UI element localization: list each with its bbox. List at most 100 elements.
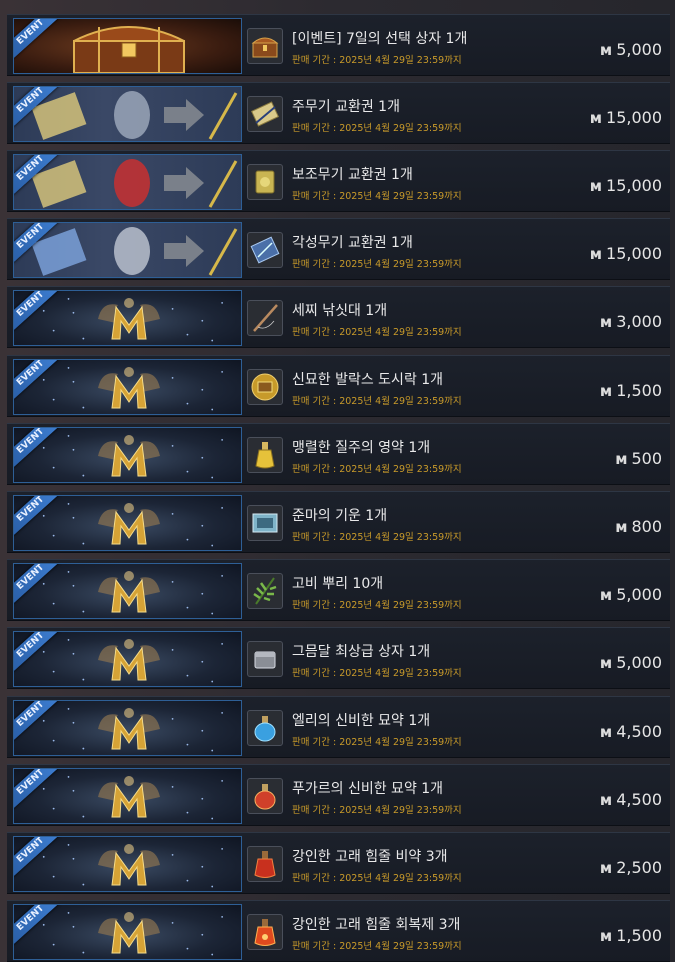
m-coin-icon: ᴍ [599,382,612,400]
m-coin-icon: ᴍ [599,859,612,877]
shop-item-row[interactable]: EVENT 주무기 교환권 1개 판매 기간 : 2025년 4월 29일 23:5… [7,82,670,144]
shop-item-row[interactable]: EVENT 각성무기 교환권 1개판매 기간 : 2025년 4월 29일 23:… [7,218,670,280]
price-value: 5,000 [616,40,662,59]
item-name: 고비 뿌리 10개 [292,576,384,592]
m-coin-icon: ᴍ [599,586,612,604]
item-price: ᴍ 3,000 [600,312,662,331]
item-price: ᴍ 15,000 [590,244,662,263]
awakening-ticket-icon [247,232,283,268]
shop-item-row[interactable]: EVENT 신묘한 발락스 도시락 1개판매 기간 : 2025년 4월 29일 … [7,355,670,417]
m-emblem-icon [98,708,160,750]
item-banner[interactable]: EVENT [13,359,242,415]
item-price: ᴍ 5,000 [600,653,662,672]
item-name: 엘리의 신비한 묘약 1개 [292,713,431,729]
price-value: 800 [631,517,662,536]
weapon-ticket-icon [247,96,283,132]
m-coin-icon: ᴍ [599,41,612,59]
shop-item-row[interactable]: EVENT 세찌 낚싯대 1개 판매 기간 : 2025년 4월 29일 23:59… [7,286,670,348]
price-value: 1,500 [616,926,662,945]
sale-period: 판매 기간 : 2025년 4월 29일 23:59까지 [292,191,462,202]
shop-item-row[interactable]: EVENT 푸가르의 신비한 묘약 1개 판매 기간 : 2025년 4월 29일 … [7,764,670,826]
item-name: 신묘한 발락스 도시락 1개 [292,372,444,388]
sub-weapon-ticket-icon [247,164,283,200]
item-name: 푸가르의 신비한 묘약 1개 [292,781,444,797]
m-emblem-icon [98,776,160,818]
item-price: ᴍ 800 [615,517,662,536]
sale-period: 판매 기간 : 2025년 4월 29일 23:59까지 [292,737,462,748]
item-name: 강인한 고래 힘줄 비약 3개 [292,849,448,865]
sale-period: 판매 기간 : 2025년 4월 29일 23:59까지 [292,464,462,475]
item-banner[interactable]: EVENT [13,427,242,483]
shop-item-row[interactable]: EVENT 엘리의 신비한 묘약 1개판매 기간 : 2025년 4월 29일 2… [7,696,670,758]
scroll-icon [247,505,283,541]
item-banner[interactable]: EVENT [13,631,242,687]
item-price: ᴍ 15,000 [590,108,662,127]
item-price: ᴍ 500 [615,449,662,468]
m-coin-icon: ᴍ [599,654,612,672]
m-coin-icon: ᴍ [589,177,602,195]
price-value: 500 [631,449,662,468]
item-price: ᴍ 2,500 [600,858,662,877]
m-coin-icon: ᴍ [589,245,602,263]
m-coin-icon: ᴍ [599,313,612,331]
shop-item-row[interactable]: EVENT [이벤트] 7일의 선택 상자 1개 판매 기간 : 2025년 4월 … [7,14,670,76]
exchange-art [31,91,238,140]
price-value: 3,000 [616,312,662,331]
item-name: 준마의 기운 1개 [292,508,388,524]
item-banner[interactable]: EVENT [13,86,242,142]
sale-period: 판매 기간 : 2025년 4월 29일 23:59까지 [292,873,462,884]
shop-item-row[interactable]: EVENT 강인한 고래 힘줄 비약 3개판매 기간 : 2025년 4월 29일… [7,832,670,894]
m-emblem-icon [98,571,160,613]
price-value: 15,000 [606,108,662,127]
item-banner[interactable]: EVENT [13,700,242,756]
price-value: 5,000 [616,585,662,604]
red-elixir-icon [247,778,283,814]
silver-box-icon [247,641,283,677]
m-emblem-icon [98,503,160,545]
shop-item-row[interactable]: EVENT 보조무기 교환권 1개 판매 기간 : 2025년 4월 29일 23:… [7,150,670,212]
shop-list: EVENT [이벤트] 7일의 선택 상자 1개 판매 기간 : 2025년 4월 … [0,0,675,962]
item-banner[interactable]: EVENT [13,290,242,346]
sale-period: 판매 기간 : 2025년 4월 29일 23:59까지 [292,396,462,407]
sale-period: 판매 기간 : 2025년 4월 29일 23:59까지 [292,327,462,338]
item-name: 그믐달 최상급 상자 1개 [292,644,431,660]
red-potion-icon [247,846,283,882]
item-banner[interactable]: EVENT [13,904,242,960]
potion-flask-icon [247,437,283,473]
m-coin-icon: ᴍ [599,723,612,741]
item-banner[interactable]: EVENT [13,768,242,824]
shop-item-row[interactable]: EVENT 강인한 고래 힘줄 회복제 3개판매 기간 : 2025년 4월 29… [7,900,670,962]
red-restorative-icon [247,914,283,950]
item-banner[interactable]: EVENT [13,222,242,278]
item-banner[interactable]: EVENT [13,495,242,551]
item-banner[interactable]: EVENT [13,18,242,74]
shop-item-row[interactable]: EVENT 고비 뿌리 10개 판매 기간 : 2025년 4월 29일 23:59… [7,559,670,621]
item-price: ᴍ 5,000 [600,585,662,604]
price-value: 4,500 [616,790,662,809]
fern-root-icon [247,573,283,609]
shop-item-row[interactable]: EVENT 맹렬한 질주의 영약 1개판매 기간 : 2025년 4월 29일 2… [7,423,670,485]
exchange-art [31,159,238,208]
item-banner[interactable]: EVENT [13,154,242,210]
sale-period: 판매 기간 : 2025년 4월 29일 23:59까지 [292,668,462,679]
shop-item-row[interactable]: EVENT 그믐달 최상급 상자 1개판매 기간 : 2025년 4월 29일 2… [7,627,670,689]
sale-period: 판매 기간 : 2025년 4월 29일 23:59까지 [292,55,462,66]
m-emblem-icon [98,844,160,886]
m-coin-icon: ᴍ [589,109,602,127]
item-name: 각성무기 교환권 1개 [292,235,413,251]
treasure-chest-icon [247,28,283,64]
item-name: 강인한 고래 힘줄 회복제 3개 [292,917,461,933]
price-value: 1,500 [616,381,662,400]
treasure-chest-art [73,26,185,73]
sale-period: 판매 기간 : 2025년 4월 29일 23:59까지 [292,259,462,270]
m-emblem-icon [98,435,160,477]
m-coin-icon: ᴍ [615,450,627,468]
m-coin-icon: ᴍ [599,927,612,945]
shop-item-row[interactable]: EVENT 준마의 기운 1개 판매 기간 : 2025년 4월 29일 23:59… [7,491,670,553]
item-name: 맹렬한 질주의 영약 1개 [292,440,431,456]
item-banner[interactable]: EVENT [13,563,242,619]
item-banner[interactable]: EVENT [13,836,242,892]
m-emblem-icon [98,639,160,681]
sale-period: 판매 기간 : 2025년 4월 29일 23:59까지 [292,941,462,952]
item-price: ᴍ 15,000 [590,176,662,195]
